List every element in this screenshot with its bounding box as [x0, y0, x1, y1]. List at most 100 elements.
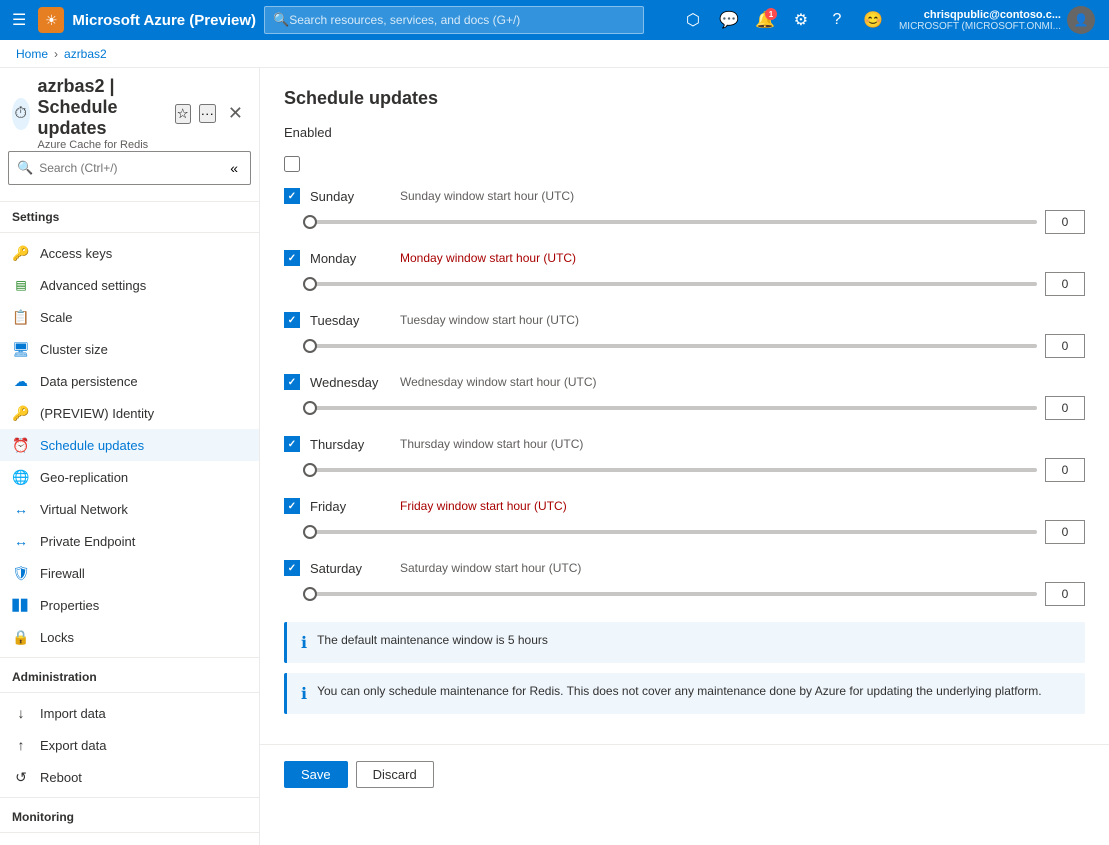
virtual-network-label: Virtual Network: [40, 502, 247, 517]
window-label-monday: Monday window start hour (UTC): [400, 251, 1085, 265]
settings-section-label: Settings: [0, 202, 259, 228]
enabled-label: Enabled: [284, 125, 332, 140]
day-checkbox-thursday[interactable]: [284, 436, 300, 452]
export-data-label: Export data: [40, 738, 247, 753]
slider-tuesday[interactable]: [310, 344, 1037, 348]
close-button[interactable]: ✕: [224, 99, 247, 128]
data-persistence-icon: ☁: [12, 372, 30, 390]
window-label-saturday: Saturday window start hour (UTC): [400, 561, 1085, 575]
sidebar-item-advanced-settings[interactable]: ▤ Advanced settings: [0, 269, 259, 301]
window-label-sunday: Sunday window start hour (UTC): [400, 189, 1085, 203]
slider-value-saturday: 0: [1045, 582, 1085, 606]
day-checkbox-wednesday[interactable]: [284, 374, 300, 390]
scale-icon: 📋: [12, 308, 30, 326]
feedback2-icon[interactable]: 😊: [857, 4, 889, 36]
azure-logo: ☀: [38, 7, 64, 33]
breadcrumb-home[interactable]: Home: [16, 47, 48, 61]
properties-label: Properties: [40, 598, 247, 613]
page-title-text: azrbas2 | Schedule updates Azure Cache f…: [38, 76, 167, 151]
scale-label: Scale: [40, 310, 247, 325]
sidebar-item-import-data[interactable]: ↓ Import data: [0, 697, 259, 729]
save-button[interactable]: Save: [284, 761, 348, 788]
import-data-label: Import data: [40, 706, 247, 721]
breadcrumb-separator: ›: [54, 47, 58, 61]
slider-thumb-friday: [303, 525, 317, 539]
sidebar-item-geo-replication[interactable]: 🌐 Geo-replication: [0, 461, 259, 493]
info-text-1: The default maintenance window is 5 hour…: [317, 632, 548, 649]
geo-replication-icon: 🌐: [12, 468, 30, 486]
feedback-icon[interactable]: 💬: [713, 4, 745, 36]
sidebar-item-export-data[interactable]: ↑ Export data: [0, 729, 259, 761]
user-name: chrisqpublic@contoso.c...: [899, 9, 1061, 21]
info-icon-2: ℹ: [301, 684, 307, 704]
window-label-friday: Friday window start hour (UTC): [400, 499, 1085, 513]
cloud-shell-icon[interactable]: ⬡: [677, 4, 709, 36]
preview-identity-icon: 🔑: [12, 404, 30, 422]
slider-monday[interactable]: [310, 282, 1037, 286]
sidebar-item-private-endpoint[interactable]: ↔ Private Endpoint: [0, 525, 259, 557]
day-checkbox-saturday[interactable]: [284, 560, 300, 576]
sidebar-item-locks[interactable]: 🔒 Locks: [0, 621, 259, 653]
sidebar-item-preview-identity[interactable]: 🔑 (PREVIEW) Identity: [0, 397, 259, 429]
sidebar-item-insights[interactable]: 💡 Insights: [0, 837, 259, 845]
sidebar-search-box[interactable]: 🔍 «: [8, 151, 251, 185]
slider-value-tuesday: 0: [1045, 334, 1085, 358]
day-checkbox-friday[interactable]: [284, 498, 300, 514]
sidebar-item-scale[interactable]: 📋 Scale: [0, 301, 259, 333]
help-icon[interactable]: ?: [821, 4, 853, 36]
sidebar-item-reboot[interactable]: ↺ Reboot: [0, 761, 259, 793]
private-endpoint-icon: ↔: [12, 532, 30, 550]
notifications-icon[interactable]: 🔔 1: [749, 4, 781, 36]
day-row-thursday: Thursday Thursday window start hour (UTC…: [284, 436, 1085, 482]
sidebar-item-access-keys[interactable]: 🔑 Access keys: [0, 237, 259, 269]
day-checkbox-tuesday[interactable]: [284, 312, 300, 328]
main-inner: Schedule updates Enabled Sunday Sunday w…: [260, 68, 1109, 744]
sidebar-item-firewall[interactable]: 🛡 Firewall: [0, 557, 259, 589]
slider-friday[interactable]: [310, 530, 1037, 534]
sidebar: ⏱ azrbas2 | Schedule updates Azure Cache…: [0, 68, 260, 845]
day-checkbox-monday[interactable]: [284, 250, 300, 266]
more-options-button[interactable]: ···: [199, 104, 216, 123]
hamburger-menu[interactable]: ☰: [8, 6, 30, 34]
schedule-updates-label: Schedule updates: [40, 438, 247, 453]
slider-sunday[interactable]: [310, 220, 1037, 224]
day-checkbox-sunday[interactable]: [284, 188, 300, 204]
private-endpoint-label: Private Endpoint: [40, 534, 247, 549]
discard-button[interactable]: Discard: [356, 761, 434, 788]
slider-thursday[interactable]: [310, 468, 1037, 472]
slider-saturday[interactable]: [310, 592, 1037, 596]
sidebar-item-data-persistence[interactable]: ☁ Data persistence: [0, 365, 259, 397]
day-name-monday: Monday: [310, 251, 390, 266]
favorite-button[interactable]: ☆: [175, 104, 191, 124]
day-name-friday: Friday: [310, 499, 390, 514]
global-search[interactable]: 🔍: [264, 6, 644, 34]
reboot-label: Reboot: [40, 770, 247, 785]
access-keys-label: Access keys: [40, 246, 247, 261]
page-icon: ⏱: [12, 98, 30, 130]
slider-thumb-monday: [303, 277, 317, 291]
sidebar-item-properties[interactable]: ▊▊ Properties: [0, 589, 259, 621]
search-icon: 🔍: [17, 160, 33, 176]
firewall-icon: 🛡: [12, 564, 30, 582]
slider-thumb-sunday: [303, 215, 317, 229]
sidebar-item-cluster-size[interactable]: 🖥 Cluster size: [0, 333, 259, 365]
firewall-label: Firewall: [40, 566, 247, 581]
sidebar-search-input[interactable]: [39, 161, 220, 175]
day-row-saturday: Saturday Saturday window start hour (UTC…: [284, 560, 1085, 606]
locks-icon: 🔒: [12, 628, 30, 646]
slider-wednesday[interactable]: [310, 406, 1037, 410]
settings-icon[interactable]: ⚙: [785, 4, 817, 36]
monitoring-divider: [0, 797, 259, 798]
slider-thumb-thursday: [303, 463, 317, 477]
breadcrumb-resource[interactable]: azrbas2: [64, 47, 107, 61]
user-profile[interactable]: chrisqpublic@contoso.c... MICROSOFT (MIC…: [893, 6, 1101, 34]
page-title-row: ⏱ azrbas2 | Schedule updates Azure Cache…: [0, 68, 259, 151]
sidebar-item-virtual-network[interactable]: ↔ Virtual Network: [0, 493, 259, 525]
collapse-button[interactable]: «: [226, 156, 242, 180]
breadcrumb: Home › azrbas2: [0, 40, 1109, 68]
search-input[interactable]: [289, 13, 635, 27]
notification-badge: 1: [765, 8, 777, 20]
enabled-checkbox[interactable]: [284, 156, 300, 172]
sidebar-item-schedule-updates[interactable]: ⏰ Schedule updates: [0, 429, 259, 461]
day-row-tuesday: Tuesday Tuesday window start hour (UTC) …: [284, 312, 1085, 358]
